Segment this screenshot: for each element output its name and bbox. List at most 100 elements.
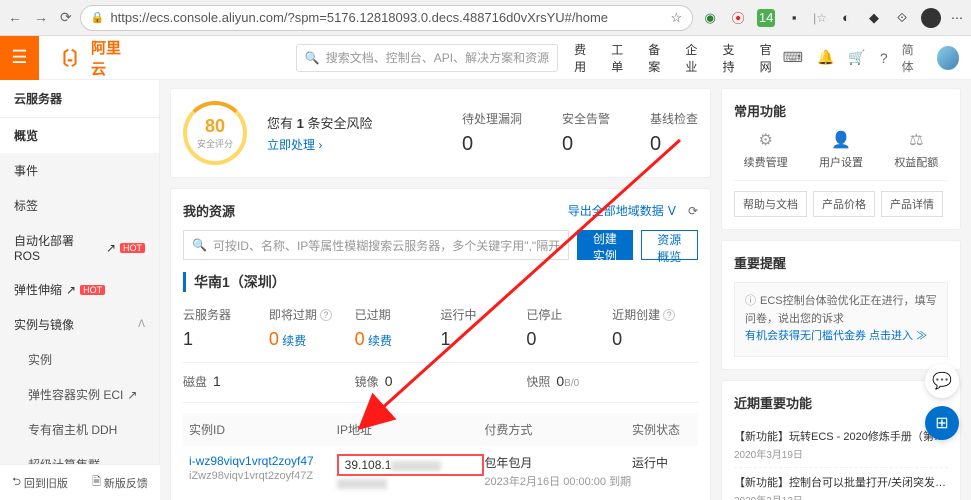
back-old-version[interactable]: ⮌回到旧版 (0, 465, 80, 500)
alert-title: 重要提醒 (734, 253, 948, 272)
tag-product-detail[interactable]: 产品详情 (881, 191, 943, 217)
bell-icon[interactable]: 🔔 (817, 49, 834, 66)
link-out-icon: ↗ (127, 388, 137, 402)
global-search[interactable]: 🔍 搜索文档、控制台、API、解决方案和资源 (296, 44, 558, 72)
new-version-feedback[interactable]: 🗎新版反馈 (80, 465, 160, 500)
browser-avatar[interactable] (921, 8, 941, 28)
lock-icon: 🔒 (91, 11, 105, 24)
nav-fee[interactable]: 费用 (574, 41, 597, 75)
feature-item[interactable]: 【新功能】控制台可以批量打开/关闭突发…2020年3月12日 (734, 468, 948, 500)
ext-icon-3[interactable]: ▪ (785, 9, 803, 27)
instance-row: i-wz98viqv1vrqt2zoyf47 iZwz98viqv1vrqt2z… (183, 446, 698, 498)
export-all-link[interactable]: 导出全部地域数据 ᐯ ⟳ (568, 202, 698, 219)
tag-pricing[interactable]: 产品价格 (813, 191, 875, 217)
alert-box: ⓘECS控制台体验优化正在进行，填写问卷，说出您的诉求 有机会获得无门槛代金券 … (734, 282, 948, 357)
nav-support[interactable]: 支持 (722, 41, 745, 75)
fav-icon[interactable]: |☆ (813, 11, 827, 25)
disk-count: 磁盘1 (183, 373, 355, 390)
sidebar-footer: ⮌回到旧版 🗎新版反馈 (0, 464, 160, 500)
security-action-link[interactable]: 立即处理 › (267, 136, 322, 153)
stat-expired: 已过期0 续费 (355, 306, 441, 350)
lang-switch[interactable]: 简体 (902, 41, 924, 75)
features-title: 近期重要功能 (734, 393, 948, 412)
quick-renew[interactable]: ⚙续费管理 (734, 130, 797, 170)
url-text: https://ecs.console.aliyun.com/?spm=5176… (110, 10, 608, 25)
extension-icons: ◉ ⦿ 14 ▪ |☆ ◐ ◆ ⟐ ⋯ (701, 8, 963, 28)
quick-quota[interactable]: ⚖权益配额 (885, 130, 948, 170)
hot-tag: HOT (80, 285, 105, 295)
sidebar-overview[interactable]: 概览 (0, 118, 159, 153)
float-apps-button[interactable]: ⊞ (925, 406, 959, 440)
help-icon[interactable]: ? (663, 309, 675, 321)
important-alert-card: 重要提醒 ⓘECS控制台体验优化正在进行，填写问卷，说出您的诉求 有机会获得无门… (721, 240, 961, 370)
link-out-icon: ↗ (66, 283, 76, 297)
nav-refresh-icon[interactable]: ⟳ (60, 9, 72, 26)
feature-item[interactable]: 【新功能】玩转ECS - 2020修炼手册（第1…2020年3月19日 (734, 422, 948, 468)
common-functions-card: 常用功能 ⚙续费管理 👤用户设置 ⚖权益配额 帮助与文档 产品价格 产品详情 (721, 88, 961, 230)
refresh-icon[interactable]: ⟳ (688, 204, 698, 218)
nav-back-icon[interactable]: ← (8, 9, 22, 26)
sidebar-instances[interactable]: 实例 (0, 342, 159, 377)
sidebar-ddh[interactable]: 专有宿主机 DDH (0, 412, 159, 447)
logo[interactable]: 〔-〕 阿里云 (39, 37, 146, 79)
stat-alert: 安全告警0 (562, 110, 610, 156)
sidebar-ros[interactable]: 自动化部署 ROS↗ HOT (0, 223, 159, 272)
quick-user-settings[interactable]: 👤用户设置 (809, 130, 872, 170)
ext-icon-1[interactable]: ◉ (701, 9, 719, 27)
top-icons: ⌨ 🔔 🛒 ? 简体 (783, 41, 971, 75)
ext-icon-2[interactable]: ⦿ (729, 9, 747, 27)
nav-website[interactable]: 官网 (760, 41, 783, 75)
user-avatar[interactable] (937, 46, 959, 70)
ext-badge-icon[interactable]: 14 (757, 9, 775, 27)
instance-name: iZwz98viqv1vrqt2zoyf47Z (189, 470, 337, 482)
chevron-up-icon: ᐱ (138, 319, 145, 330)
chevron-down-icon: ᐯ (668, 204, 676, 218)
sidebar-tags[interactable]: 标签 (0, 188, 159, 223)
url-bar[interactable]: 🔒 https://ecs.console.aliyun.com/?spm=51… (80, 5, 693, 31)
user-icon: 👤 (809, 130, 872, 150)
cart-icon[interactable]: 🛒 (848, 49, 865, 66)
help-icon[interactable]: ? (880, 50, 888, 66)
stat-baseline: 基线检查0 (650, 110, 698, 156)
resource-search-input[interactable]: 🔍 可按ID、名称、IP等属性模糊搜索云服务器，多个关键字用","隔开 (183, 230, 569, 260)
hamburger-menu[interactable]: ☰ (0, 36, 39, 80)
browser-toolbar: ← → ⟳ 🔒 https://ecs.console.aliyun.com/?… (0, 0, 971, 36)
stat-recent: 近期创建?0 (612, 306, 698, 350)
main-content: 80 安全评分 您有 1 条安全风险 立即处理 › 待处理漏洞0 安全告警0 基… (160, 80, 971, 500)
ext-icon-5[interactable]: ◆ (865, 9, 883, 27)
nav-beian[interactable]: 备案 (648, 41, 671, 75)
nav-enterprise[interactable]: 企业 (685, 41, 708, 75)
top-nav: 费用 工单 备案 企业 支持 官网 (574, 41, 783, 75)
terminal-icon[interactable]: ⌨ (783, 49, 803, 66)
sidebar-eci[interactable]: 弹性容器实例 ECI↗ (0, 377, 159, 412)
ext-icon-6[interactable]: ⟐ (893, 9, 911, 27)
float-chat-button[interactable]: 💬 (925, 364, 959, 398)
resource-overview-button[interactable]: 资源概览 (641, 230, 698, 260)
star-icon[interactable]: ☆ (670, 10, 682, 26)
instance-id-link[interactable]: i-wz98viqv1vrqt2zoyf47 (189, 454, 337, 468)
ip-address-highlighted: 39.108.1 (337, 454, 485, 476)
security-card: 80 安全评分 您有 1 条安全风险 立即处理 › 待处理漏洞0 安全告警0 基… (170, 88, 711, 178)
nav-ticket[interactable]: 工单 (611, 41, 634, 75)
app-header: ☰ 〔-〕 阿里云 🔍 搜索文档、控制台、API、解决方案和资源 费用 工单 备… (0, 36, 971, 80)
help-icon[interactable]: ? (320, 309, 332, 321)
tag-help-docs[interactable]: 帮助与文档 (734, 191, 807, 217)
sidebar-events[interactable]: 事件 (0, 153, 159, 188)
sidebar-ess[interactable]: 弹性伸缩↗ HOT (0, 272, 159, 307)
ext-icon-4[interactable]: ◐ (837, 9, 855, 27)
browser-menu-icon[interactable]: ⋯ (951, 11, 963, 25)
hot-tag: HOT (120, 243, 145, 253)
renew-link[interactable]: 续费 (368, 334, 392, 348)
feedback-icon: 🗎 (92, 473, 101, 492)
sidebar: 云服务器 概览 事件 标签 自动化部署 ROS↗ HOT 弹性伸缩↗ HOT 实… (0, 80, 160, 500)
resources-card: 我的资源 导出全部地域数据 ᐯ ⟳ 🔍 可按ID、名称、IP等属性模糊搜索云服务… (170, 188, 711, 500)
create-instance-button[interactable]: 创建实例 (577, 230, 632, 260)
renew-link[interactable]: 续费 (282, 334, 306, 348)
nav-forward-icon[interactable]: → (34, 9, 48, 26)
sidebar-instance-image[interactable]: 实例与镜像ᐱ (0, 307, 159, 342)
instance-table: 实例ID IP地址 付费方式 实例状态 i-wz98viqv1vrqt2zoyf… (183, 402, 698, 498)
alert-link[interactable]: 有机会获得无门槛代金券 点击进入 ≫ (745, 330, 927, 342)
security-text-block: 您有 1 条安全风险 立即处理 › (267, 113, 372, 153)
image-count: 镜像0 (355, 373, 527, 390)
info-icon: ⓘ (745, 295, 756, 307)
